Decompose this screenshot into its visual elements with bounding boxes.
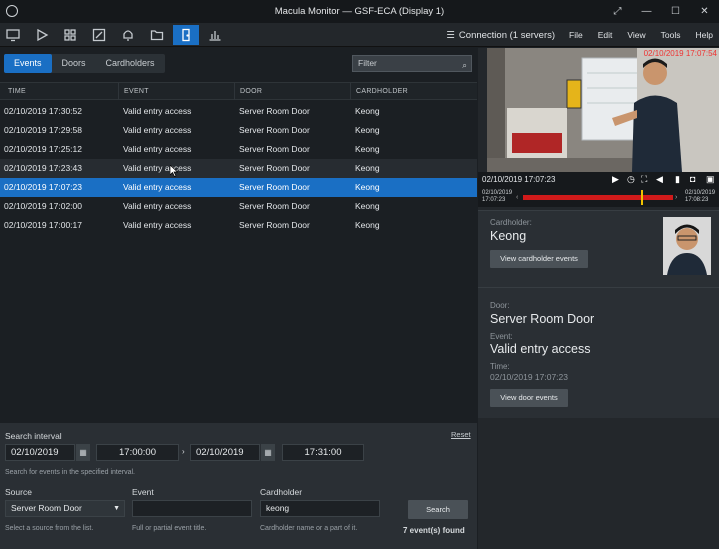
door-value: Server Room Door [490,312,595,326]
search-icon: ⌕ [462,60,467,70]
filter-input[interactable]: Filter ⌕ [352,55,472,72]
grid-icon[interactable] [57,25,83,45]
source-hint: Select a source from the list. [5,525,94,532]
play-icon[interactable]: ▶ [612,174,619,185]
timeline-bar[interactable] [523,195,673,200]
table-header: TIME EVENT DOOR CARDHOLDER [0,82,477,100]
event-label: Event [132,487,154,497]
monitor-icon[interactable] [0,25,26,45]
camera-video[interactable]: 02/10/2019 17:07:54 [487,48,719,172]
chart-icon[interactable] [202,25,228,45]
main-toolbar: ☰ Connection (1 servers) File Edit View T… [0,23,719,47]
column-door[interactable]: DOOR [234,83,350,100]
cardholder-photo [667,224,707,275]
door-icon[interactable] [173,25,199,45]
timeline-start: 02/10/2019 17:07:23 [482,190,513,203]
source-label: Source [5,487,32,497]
cardholder-card: Cardholder: Keong View cardholder events [478,210,719,287]
server-stack-icon: ☰ [446,29,455,41]
cardholder-hint: Cardholder name or a part of it. [260,525,358,532]
cardholder-label: Cardholder [260,487,303,497]
table-row[interactable]: 02/10/2019 17:02:00 Valid entry access S… [0,197,477,216]
start-time-field[interactable]: 17:00:00 [96,444,179,461]
timeline-end: 02/10/2019 17:08:23 [685,190,716,203]
start-date-field[interactable]: 02/10/2019 [5,444,75,461]
cardholder-input[interactable]: keong [260,500,380,517]
edit-icon[interactable] [86,25,112,45]
menu-help[interactable]: Help [696,30,713,40]
clock-icon[interactable]: ◷ [627,174,635,185]
search-interval-label: Search interval [5,431,62,441]
calendar-icon[interactable]: ▦ [76,444,90,461]
view-door-events-button[interactable]: View door events [490,389,568,407]
end-time-field[interactable]: 17:31:00 [282,444,364,461]
event-hint: Full or partial event title. [132,525,207,532]
tab-cardholders[interactable]: Cardholders [96,54,165,73]
table-row[interactable]: 02/10/2019 17:29:58 Valid entry access S… [0,121,477,140]
close-button[interactable]: ✕ [690,0,719,23]
event-value: Valid entry access [490,342,591,356]
play-icon[interactable] [29,25,55,45]
time-value: 02/10/2019 17:07:23 [490,372,568,382]
title-bar: Macula Monitor — GSF-ECA (Display 1) ⤢ —… [0,0,719,23]
column-cardholder[interactable]: CARDHOLDER [350,83,466,100]
video-timestamp-overlay: 02/10/2019 17:07:54 [643,49,717,58]
view-tabs: Events Doors Cardholders [4,54,165,73]
video-timeline[interactable]: 02/10/2019 17:07:23 ‹ › 02/10/2019 17:08… [478,188,719,207]
chevron-down-icon: ▼ [113,505,120,512]
mouse-cursor-icon [170,165,178,177]
menu-view[interactable]: View [627,30,645,40]
door-label: Door: [490,301,510,310]
calendar-icon[interactable]: ▦ [261,444,275,461]
menu-file[interactable]: File [569,30,583,40]
table-row[interactable]: 02/10/2019 17:25:12 Valid entry access S… [0,140,477,159]
cardholder-name: Keong [490,229,527,243]
fullscreen-icon[interactable]: ⤢ [603,0,632,23]
table-row[interactable]: 02/10/2019 17:30:52 Valid entry access S… [0,102,477,121]
chevron-right-icon: › [182,447,185,456]
video-current-time: 02/10/2019 17:07:23 [482,175,556,184]
column-time[interactable]: TIME [3,83,26,100]
view-cardholder-events-button[interactable]: View cardholder events [490,250,588,268]
cardholder-label: Cardholder: [490,218,532,227]
source-select[interactable]: Server Room Door ▼ [5,500,125,517]
column-event[interactable]: EVENT [118,83,234,100]
menu-tools[interactable]: Tools [661,30,681,40]
events-panel: Events Doors Cardholders Filter ⌕ TIME E… [0,48,477,423]
export-icon[interactable]: ▣ [706,174,715,185]
menu-edit[interactable]: Edit [598,30,613,40]
results-count: 7 event(s) found [403,526,465,535]
maximize-button[interactable]: ☐ [661,0,690,23]
table-row[interactable]: 02/10/2019 17:00:17 Valid entry access S… [0,216,477,235]
table-row[interactable]: 02/10/2019 17:23:43 Valid entry access S… [0,159,477,178]
event-label: Event: [490,332,513,341]
detail-panel: 02/10/2019 17:07:54 02/10/2019 17:07:23 … [478,48,719,549]
zoom-icon[interactable]: ⛶ [641,174,647,185]
camera-frame-image [487,48,719,172]
end-date-field[interactable]: 02/10/2019 [190,444,260,461]
search-button[interactable]: Search [408,500,468,519]
mute-icon[interactable]: ◀ [656,174,663,185]
event-input[interactable] [132,500,252,517]
folder-icon[interactable] [144,25,170,45]
search-panel: Search interval Reset 02/10/2019 ▦ 17:00… [0,423,477,549]
table-row-selected[interactable]: 02/10/2019 17:07:23 Valid entry access S… [0,178,477,197]
minimize-button[interactable]: — [632,0,661,23]
camera-icon[interactable]: ◘ [690,174,695,184]
video-controls: 02/10/2019 17:07:23 ▶ ◷ ⛶ ◀ ▮ ◘ ▣ [478,172,719,188]
avatar [663,217,711,275]
reset-link[interactable]: Reset [451,430,471,439]
time-label: Time: [490,362,510,371]
connection-status[interactable]: ☰ Connection (1 servers) [446,30,555,41]
tab-doors[interactable]: Doors [52,54,96,73]
interval-hint: Search for events in the specified inter… [5,469,135,476]
tab-events[interactable]: Events [4,54,52,73]
bell-icon[interactable] [115,25,141,45]
event-details-card: Door: Server Room Door Event: Valid entr… [478,287,719,418]
chevron-right-icon[interactable]: › [675,194,677,201]
bookmark-icon[interactable]: ▮ [675,174,680,185]
timeline-marker[interactable] [641,190,643,205]
chevron-left-icon[interactable]: ‹ [516,194,518,201]
